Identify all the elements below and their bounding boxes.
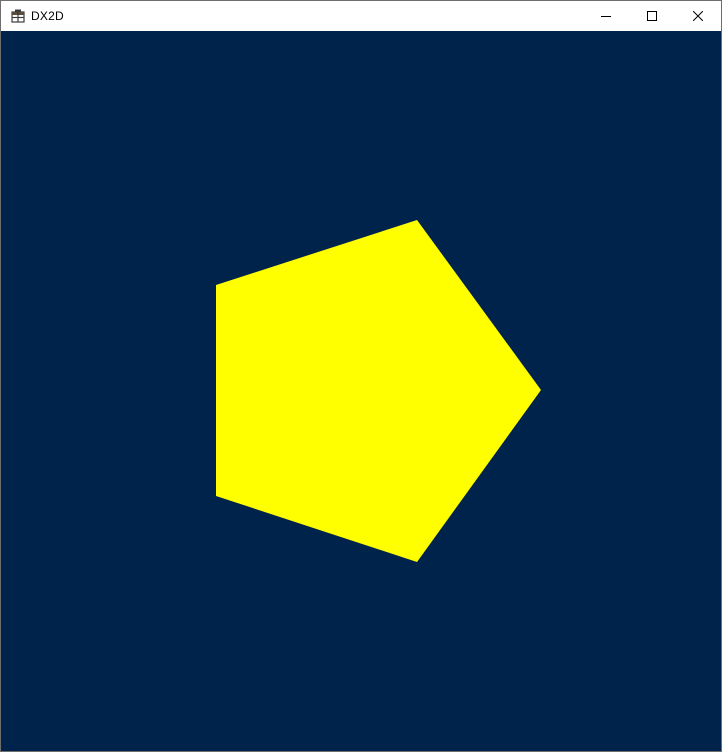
close-icon bbox=[693, 11, 703, 21]
scene-svg bbox=[1, 31, 721, 751]
window-title: DX2D bbox=[31, 9, 64, 23]
minimize-button[interactable] bbox=[583, 1, 629, 31]
render-canvas[interactable] bbox=[1, 31, 721, 751]
app-window: DX2D bbox=[0, 0, 722, 752]
maximize-icon bbox=[647, 11, 657, 21]
title-bar[interactable]: DX2D bbox=[1, 1, 721, 31]
app-window-icon bbox=[11, 9, 25, 23]
close-button[interactable] bbox=[675, 1, 721, 31]
maximize-button[interactable] bbox=[629, 1, 675, 31]
minimize-icon bbox=[601, 16, 611, 17]
